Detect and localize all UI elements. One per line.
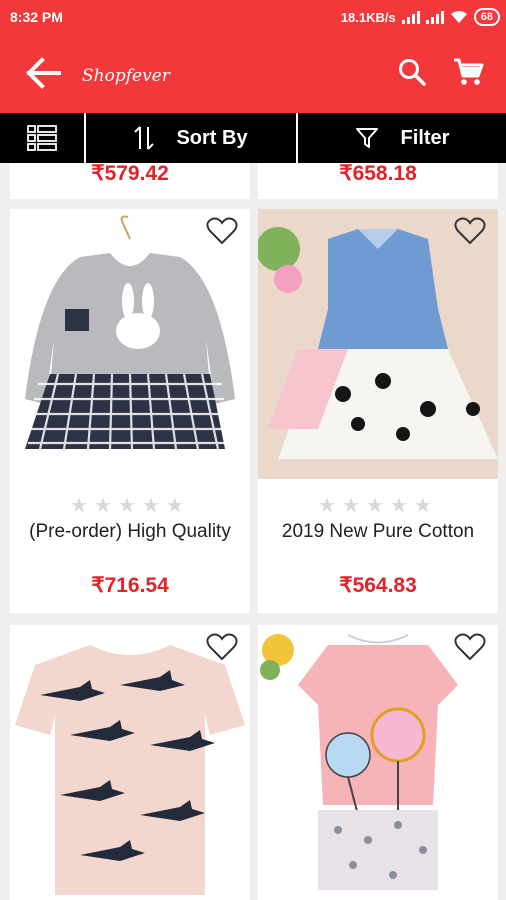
filter-button[interactable]: Filter	[298, 113, 506, 163]
app-bar: Shopfever	[0, 36, 506, 113]
app-title: Shopfever	[82, 66, 170, 86]
network-speed: 18.1KB/s	[340, 9, 396, 25]
product-grid: ₹579.42 ₹658.18 ★★★★★ (Pre-order) High Q…	[0, 163, 506, 900]
product-card[interactable]: ★★★★★ 2019 New Pure Cotton ₹564.83	[258, 209, 498, 613]
rating-stars: ★★★★★	[318, 495, 438, 517]
product-image	[10, 625, 250, 895]
product-name: 2019 New Pure Cotton	[281, 521, 475, 542]
heart-icon[interactable]	[454, 633, 486, 661]
filter-label: Filter	[400, 126, 450, 149]
sort-by-button[interactable]: Sort By	[86, 113, 298, 163]
heart-icon[interactable]	[206, 217, 238, 245]
product-name: (Pre-order) High Quality	[29, 521, 231, 542]
cart-icon[interactable]	[452, 56, 484, 88]
list-view-button[interactable]	[0, 113, 86, 163]
status-bar: 8:32 PM 18.1KB/s 68	[0, 0, 506, 36]
product-card[interactable]: ₹579.42	[10, 163, 250, 199]
signal-icon	[401, 10, 420, 24]
search-icon[interactable]	[398, 58, 426, 86]
sort-by-label: Sort By	[176, 126, 248, 149]
battery-indicator: 68	[473, 8, 500, 26]
signal-icon	[425, 10, 444, 24]
arrow-back-icon[interactable]	[26, 56, 62, 90]
filter-icon	[355, 128, 378, 148]
product-card[interactable]: ★★★★★ (Pre-order) High Quality ₹716.54	[10, 209, 250, 613]
status-icons: 18.1KB/s 68	[341, 8, 500, 26]
heart-icon[interactable]	[206, 633, 238, 661]
product-price: ₹658.18	[339, 163, 417, 185]
product-price: ₹564.83	[339, 574, 417, 597]
sort-icon	[134, 126, 155, 150]
status-time: 8:32 PM	[10, 9, 63, 25]
product-card[interactable]	[258, 625, 498, 900]
sort-filter-toolbar: Sort By Filter	[0, 113, 506, 163]
product-image	[258, 209, 498, 479]
heart-icon[interactable]	[454, 217, 486, 245]
wifi-icon	[450, 11, 467, 23]
rating-stars: ★★★★★	[70, 495, 190, 517]
product-card[interactable]: ₹658.18	[258, 163, 498, 199]
product-image	[258, 625, 498, 895]
product-price: ₹579.42	[91, 163, 169, 185]
list-view-icon	[27, 125, 57, 151]
product-price: ₹716.54	[91, 574, 169, 597]
product-image	[10, 209, 250, 479]
product-card[interactable]	[10, 625, 250, 900]
